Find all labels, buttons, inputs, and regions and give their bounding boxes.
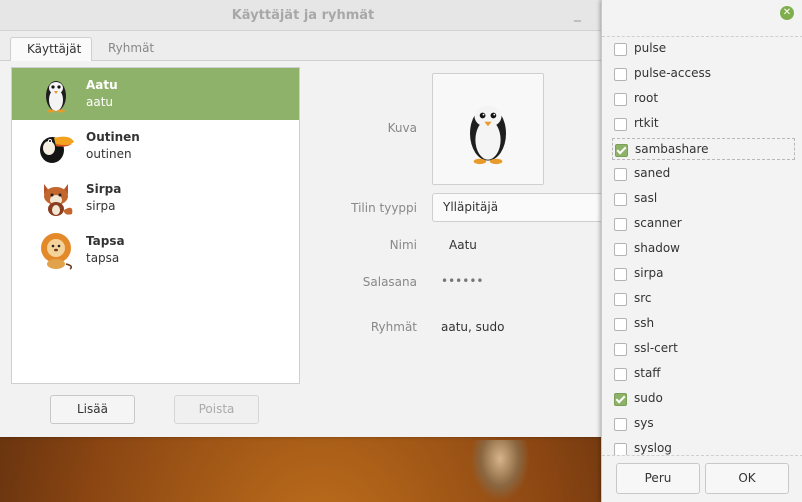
add-user-button[interactable]: Lisää [50, 395, 135, 424]
group-label: ssh [634, 316, 655, 330]
group-select-dialog: ✕ pulse pulse-access root rtkit sambasha… [601, 0, 802, 502]
account-type-select[interactable]: Ylläpitäjä [432, 193, 607, 222]
group-item-scanner[interactable]: scanner [612, 213, 795, 235]
group-label: scanner [634, 216, 682, 230]
checkbox[interactable] [614, 293, 627, 306]
wallpaper-detail [470, 440, 530, 502]
group-label: ssl-cert [634, 341, 678, 355]
checkbox[interactable] [614, 318, 627, 331]
password-label: Salasana [362, 275, 417, 289]
checkbox[interactable] [614, 43, 627, 56]
group-label: saned [634, 166, 671, 180]
user-row-outinen[interactable]: Outinen outinen [12, 120, 299, 172]
group-item-root[interactable]: root [612, 88, 795, 110]
checkbox[interactable] [614, 218, 627, 231]
user-row-aatu[interactable]: Aatu aatu [12, 68, 299, 120]
checkbox-checked[interactable] [614, 393, 627, 406]
name-value[interactable]: Aatu [449, 238, 477, 252]
group-checklist: pulse pulse-access root rtkit sambashare… [602, 36, 802, 456]
group-item-sudo[interactable]: sudo [612, 388, 795, 410]
minimize-icon[interactable]: _ [574, 6, 581, 22]
user-login: sirpa [86, 199, 116, 213]
checkbox[interactable] [614, 418, 627, 431]
group-item-sys[interactable]: sys [612, 413, 795, 435]
user-login: tapsa [86, 251, 120, 265]
close-icon[interactable]: ✕ [780, 6, 794, 20]
group-item-src[interactable]: src [612, 288, 795, 310]
tab-users[interactable]: Käyttäjät [10, 37, 92, 61]
account-type-value: Ylläpitäjä [443, 200, 499, 214]
cancel-button[interactable]: Peru [616, 463, 700, 494]
user-login: outinen [86, 147, 132, 161]
group-label: syslog [634, 441, 672, 455]
account-type-label: Tilin tyyppi [351, 201, 417, 215]
titlebar: Käyttäjät ja ryhmät _ [0, 0, 606, 31]
user-login: aatu [86, 95, 114, 109]
name-label: Nimi [389, 238, 417, 252]
toucan-icon [40, 136, 74, 163]
group-label: sys [634, 416, 654, 430]
group-item-rtkit[interactable]: rtkit [612, 113, 795, 135]
group-item-shadow[interactable]: shadow [612, 238, 795, 260]
group-label: sirpa [634, 266, 664, 280]
fox-icon [44, 184, 73, 216]
group-label: staff [634, 366, 661, 380]
checkbox[interactable] [614, 243, 627, 256]
checkbox[interactable] [614, 118, 627, 131]
group-item-pulse-access[interactable]: pulse-access [612, 63, 795, 85]
penguin-picture-icon [470, 105, 506, 165]
group-label: pulse-access [634, 66, 711, 80]
group-item-syslog[interactable]: syslog [612, 438, 795, 455]
window-title: Käyttäjät ja ryhmät [231, 8, 375, 23]
penguin-icon [46, 81, 66, 113]
user-row-tapsa[interactable]: Tapsa tapsa [12, 224, 299, 276]
checkbox[interactable] [614, 93, 627, 106]
group-label: sudo [634, 391, 663, 405]
group-item-ssl-cert[interactable]: ssl-cert [612, 338, 795, 360]
checkbox[interactable] [614, 268, 627, 281]
groups-label: Ryhmät [370, 320, 417, 334]
password-value[interactable]: •••••• [441, 274, 483, 288]
groups-value[interactable]: aatu, sudo [441, 320, 504, 334]
checkbox-checked[interactable] [615, 144, 628, 157]
user-name: Tapsa [86, 234, 125, 248]
group-item-sasl[interactable]: sasl [612, 188, 795, 210]
picture-label: Kuva [387, 121, 417, 135]
group-label: src [634, 291, 652, 305]
user-name: Aatu [86, 78, 118, 92]
group-label: sasl [634, 191, 658, 205]
checkbox[interactable] [614, 193, 627, 206]
user-list: Aatu aatu Outinen outinen Sirpa sirpa Ta… [11, 67, 300, 384]
user-name: Sirpa [86, 182, 122, 196]
group-item-staff[interactable]: staff [612, 363, 795, 385]
checkbox[interactable] [614, 443, 627, 455]
users-groups-window: Käyttäjät ja ryhmät _ Käyttäjät Ryhmät A… [0, 0, 607, 437]
user-name: Outinen [86, 130, 140, 144]
group-label: shadow [634, 241, 680, 255]
tab-groups[interactable]: Ryhmät [92, 37, 170, 60]
group-item-ssh[interactable]: ssh [612, 313, 795, 335]
group-label: sambashare [635, 142, 709, 156]
group-label: pulse [634, 41, 667, 55]
user-picture-button[interactable] [432, 73, 544, 185]
group-label: root [634, 91, 659, 105]
checkbox[interactable] [614, 68, 627, 81]
group-item-sambashare[interactable]: sambashare [612, 138, 795, 160]
group-item-sirpa[interactable]: sirpa [612, 263, 795, 285]
remove-user-button[interactable]: Poista [174, 395, 259, 424]
group-item-pulse[interactable]: pulse [612, 38, 795, 60]
group-label: rtkit [634, 116, 659, 130]
user-row-sirpa[interactable]: Sirpa sirpa [12, 172, 299, 224]
checkbox[interactable] [614, 368, 627, 381]
checkbox[interactable] [614, 168, 627, 181]
checkbox[interactable] [614, 343, 627, 356]
group-item-saned[interactable]: saned [612, 163, 795, 185]
ok-button[interactable]: OK [705, 463, 789, 494]
lion-icon [41, 233, 73, 270]
